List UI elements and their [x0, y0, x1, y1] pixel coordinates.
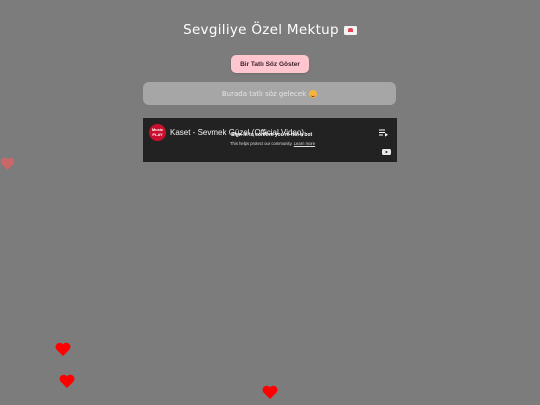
youtube-logo-icon[interactable]	[382, 149, 391, 155]
floating-heart-icon	[0, 157, 15, 170]
learn-more-link[interactable]: Learn more	[294, 141, 315, 146]
floating-heart-icon	[262, 385, 278, 399]
channel-logo[interactable]: Music PLAY	[149, 124, 166, 141]
floating-heart-icon	[59, 374, 75, 388]
bot-notice-subtext: This helps protect our community. Learn …	[230, 141, 315, 146]
show-sweet-word-button[interactable]: Bir Tatlı Söz Göster	[231, 55, 309, 73]
smiling-face-icon	[309, 89, 318, 98]
channel-logo-line2: PLAY	[152, 131, 163, 137]
youtube-embed[interactable]: Music PLAY Kaset - Sevmek Güzel (Officia…	[143, 118, 397, 162]
sweet-message-box: Burada tatlı söz gelecek	[143, 82, 396, 105]
sweet-message-text: Burada tatlı söz gelecek	[221, 89, 307, 98]
bot-notice-sub: This helps protect our community.	[230, 141, 293, 146]
floating-heart-icon	[55, 342, 71, 356]
bot-notice-text: Sign in to confirm you're not a bot	[231, 132, 313, 138]
page-title: Sevgiliye Özel Mektup	[0, 22, 540, 38]
playlist-icon[interactable]	[379, 129, 388, 137]
page: Sevgiliye Özel Mektup Bir Tatlı Söz Göst…	[0, 0, 540, 405]
love-letter-icon	[343, 26, 357, 35]
page-title-text: Sevgiliye Özel Mektup	[183, 22, 339, 38]
